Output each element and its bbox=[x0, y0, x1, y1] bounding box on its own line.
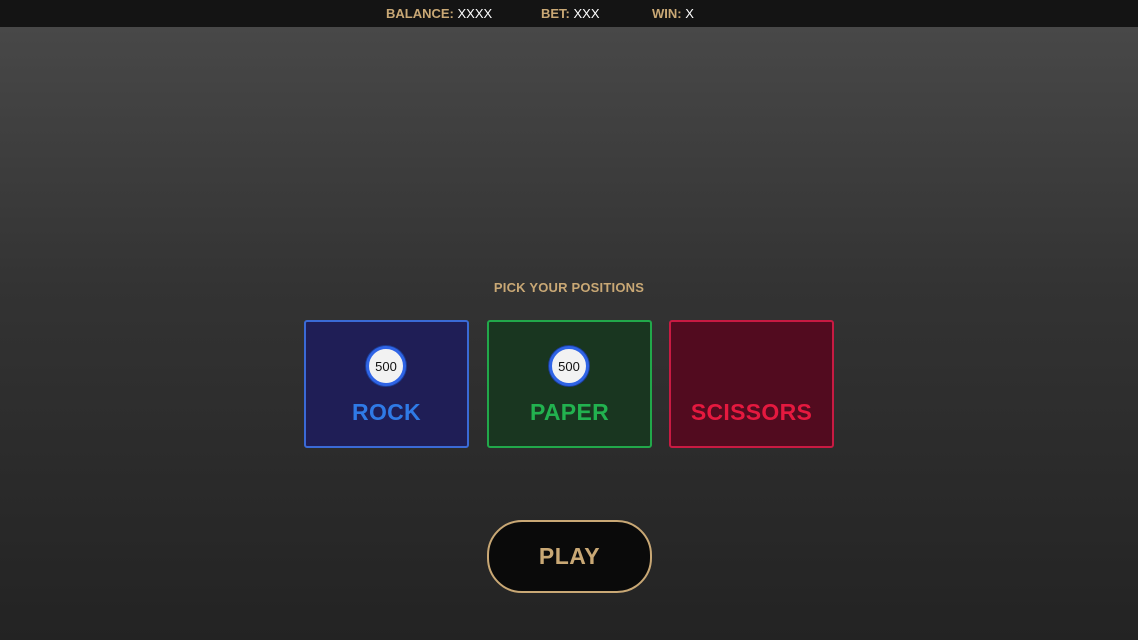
win-label: WIN: bbox=[652, 6, 682, 21]
paper-position-card[interactable]: 500 PAPER bbox=[487, 320, 652, 448]
rock-label: ROCK bbox=[352, 399, 421, 425]
bet-label: BET: bbox=[541, 6, 570, 21]
paper-label: PAPER bbox=[529, 399, 610, 425]
rock-position-card[interactable]: 500 ROCK bbox=[304, 320, 469, 448]
win-stat: WIN: X bbox=[652, 6, 694, 22]
win-value: X bbox=[685, 6, 694, 21]
paper-bet-chip[interactable]: 500 bbox=[549, 346, 589, 386]
play-button[interactable]: PLAY bbox=[487, 520, 652, 593]
bet-stat: BET: XXX bbox=[541, 6, 600, 22]
top-status-bar: BALANCE: XXXX BET: XXX WIN: X bbox=[0, 0, 1138, 27]
pick-positions-prompt: PICK YOUR POSITIONS bbox=[493, 280, 645, 295]
balance-label: BALANCE: bbox=[386, 6, 454, 21]
balance-value: XXXX bbox=[457, 6, 493, 21]
rock-bet-chip[interactable]: 500 bbox=[366, 346, 406, 386]
scissors-label: SCISSORS bbox=[690, 399, 813, 425]
scissors-position-card[interactable]: SCISSORS bbox=[669, 320, 834, 448]
balance-stat: BALANCE: XXXX bbox=[386, 6, 492, 22]
bet-value: XXX bbox=[573, 6, 600, 21]
